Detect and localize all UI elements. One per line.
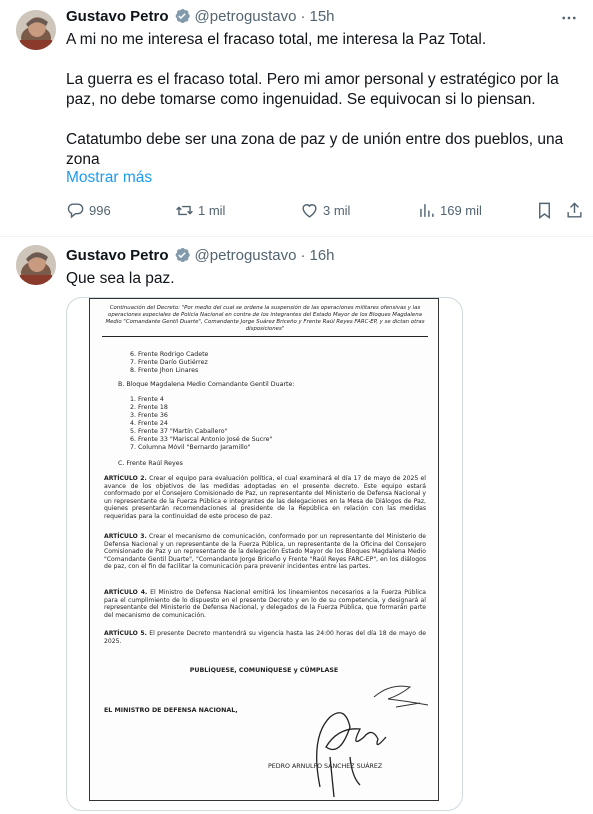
repost-button[interactable]: 1 mil	[175, 201, 225, 220]
avatar[interactable]	[16, 10, 56, 50]
list-item: 2. Frente 18	[130, 404, 168, 411]
article-body: El Ministro de Defensa Nacional emitirá …	[104, 589, 426, 619]
bookmark-icon	[539, 202, 550, 219]
share-button[interactable]	[565, 201, 584, 220]
article-paragraph: ARTÍCULO 5. El presente Decreto mantendr…	[104, 630, 426, 645]
author-name[interactable]: Gustavo Petro	[66, 247, 169, 264]
verified-badge-icon	[173, 246, 191, 264]
tweet-actions: 996 1 mil 3 mil 169 mil	[66, 200, 584, 220]
list-item: 5. Frente 37 "Martín Caballero"	[130, 428, 228, 435]
signature-mark	[316, 712, 387, 798]
article-paragraph: ARTÍCULO 4. El Ministro de Defensa Nacio…	[104, 589, 426, 619]
more-options-icon[interactable]	[559, 8, 579, 28]
tweet[interactable]: Gustavo Petro @petrogustavo · 15h A mi n…	[0, 0, 593, 237]
list-item: 8. Frente Jhon Linares	[130, 367, 199, 374]
verified-badge-icon	[173, 7, 191, 25]
article-title: ARTÍCULO 4.	[104, 589, 148, 596]
article-paragraph: ARTÍCULO 3. Crear el mecanismo de comuni…	[104, 533, 426, 571]
section-heading: C. Frente Raúl Reyes	[118, 460, 183, 467]
section-heading: B. Bloque Magdalena Medio Comandante Gen…	[118, 381, 295, 388]
author-handle[interactable]: @petrogustavo	[195, 8, 297, 25]
tweet[interactable]: Gustavo Petro @petrogustavo · 16h Que se…	[0, 237, 593, 814]
list-item: 1. Frente 4	[130, 396, 164, 403]
views-icon	[420, 203, 434, 217]
minister-label: EL MINISTRO DE DEFENSA NACIONAL,	[104, 707, 238, 714]
list-item: 6. Frente 33 "Mariscal Antonio José de S…	[130, 436, 273, 443]
decree-document: Continuación del Decreto: "Por medio del…	[89, 298, 439, 801]
reply-button[interactable]: 996	[66, 201, 111, 220]
article-paragraph: ARTÍCULO 2. Crear el equipo para evaluac…	[104, 475, 426, 521]
separator-dot: ·	[300, 246, 306, 264]
repost-icon	[176, 205, 193, 215]
show-more-link[interactable]: Mostrar más	[66, 169, 152, 187]
author-handle[interactable]: @petrogustavo	[195, 247, 297, 264]
separator-dot: ·	[300, 7, 306, 25]
tweet-paragraph: La guerra es el fracaso total. Pero mi a…	[66, 71, 559, 108]
article-body: El presente Decreto mantendrá su vigenci…	[104, 630, 426, 645]
signer-name: PEDRO ARNULFO SÁNCHEZ SUÁREZ	[268, 763, 383, 770]
heart-icon	[302, 203, 317, 218]
list-item: 7. Frente Darío Gutiérrez	[130, 359, 208, 366]
share-icon	[567, 201, 582, 218]
views-count: 169 mil	[440, 202, 482, 218]
repost-count: 1 mil	[198, 202, 226, 218]
tweet-text: A mi no me interesa el fracaso total, me…	[66, 30, 581, 170]
tweet-paragraph: A mi no me interesa el fracaso total, me…	[66, 31, 487, 48]
article-body: Crear el equipo para evaluación política…	[104, 475, 426, 520]
timestamp[interactable]: 16h	[309, 247, 334, 264]
publish-line: PUBLÍQUESE, COMUNÍQUESE y CÚMPLASE	[189, 667, 339, 674]
like-button[interactable]: 3 mil	[300, 201, 350, 220]
list-item: 3. Frente 36	[130, 412, 168, 419]
bookmark-button[interactable]	[535, 201, 554, 220]
reply-count: 996	[89, 202, 111, 218]
document-header: Continuación del Decreto: "Por medio del…	[102, 305, 428, 337]
author-name[interactable]: Gustavo Petro	[66, 8, 169, 25]
timestamp[interactable]: 15h	[309, 8, 334, 25]
list-item: 7. Columna Móvil "Bernardo Jaramillo"	[130, 444, 251, 451]
list-item: 4. Frente 24	[130, 420, 168, 427]
tweet-text: Que sea la paz.	[66, 270, 175, 287]
attached-image[interactable]: Continuación del Decreto: "Por medio del…	[66, 297, 463, 811]
article-title: ARTÍCULO 5.	[104, 630, 147, 637]
list-item: 6. Frente Rodrigo Cadete	[130, 351, 209, 358]
article-title: ARTÍCULO 3.	[104, 533, 147, 540]
tweet-paragraph: Catatumbo debe ser una zona de paz y de …	[66, 131, 564, 168]
article-title: ARTÍCULO 2.	[104, 475, 147, 482]
views-button[interactable]: 169 mil	[417, 201, 482, 220]
article-body: Crear el mecanismo de comunicación, conf…	[104, 533, 426, 571]
like-count: 3 mil	[323, 202, 351, 218]
avatar[interactable]	[16, 245, 56, 285]
reply-icon	[67, 202, 84, 218]
